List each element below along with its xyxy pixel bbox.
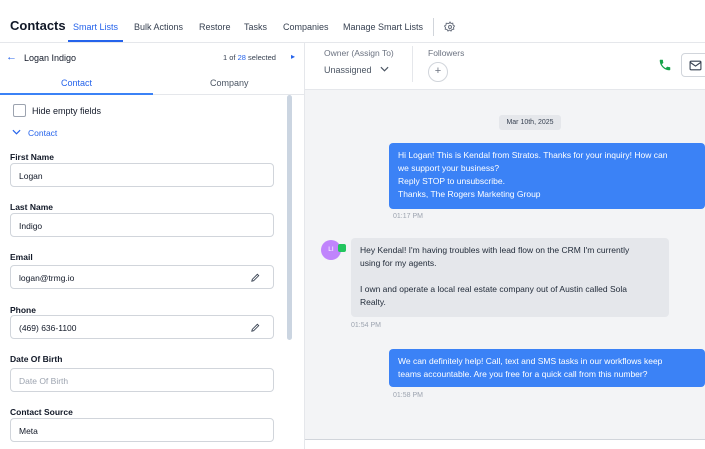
message-bubble-outbound[interactable]: Hi Logan! This is Kendal from Stratos. T…: [389, 143, 705, 209]
scrollbar[interactable]: [287, 95, 292, 340]
nav-companies[interactable]: Companies: [283, 22, 329, 32]
pager-count: 28: [237, 53, 246, 62]
nav-tasks[interactable]: Tasks: [244, 22, 267, 32]
pager: 1 of 28 selected: [223, 53, 276, 62]
field-label-contact-source: Contact Source: [10, 407, 73, 417]
chevron-down-icon[interactable]: [12, 129, 21, 135]
field-label-first-name: First Name: [10, 152, 54, 162]
message-timestamp: 01:54 PM: [351, 322, 381, 329]
contact-name: Logan Indigo: [24, 53, 77, 63]
hide-empty-checkbox[interactable]: [13, 104, 26, 117]
email-button[interactable]: [681, 53, 705, 77]
header-separator: [412, 46, 413, 82]
tab-active-underline: [0, 93, 153, 95]
message-bubble-inbound[interactable]: Hey Kendal! I'm having troubles with lea…: [351, 238, 669, 317]
nav-smart-lists[interactable]: Smart Lists: [73, 22, 118, 32]
contact-header: ← Logan Indigo 1 of 28 selected ▸: [0, 43, 305, 70]
pencil-icon[interactable]: [250, 272, 261, 283]
owner-select[interactable]: Unassigned: [324, 65, 372, 75]
message-bubble-outbound[interactable]: We can definitely help! Call, text and S…: [389, 349, 705, 387]
section-toggle-contact[interactable]: Contact: [28, 128, 57, 138]
composer-divider: [305, 439, 705, 440]
tab-company[interactable]: Company: [210, 78, 249, 88]
detail-tabs: Contact Company: [0, 70, 305, 95]
nav-manage-smart-lists[interactable]: Manage Smart Lists: [343, 22, 423, 32]
first-name-input[interactable]: Logan: [10, 163, 274, 187]
field-label-phone: Phone: [10, 305, 36, 315]
pencil-icon[interactable]: [250, 322, 261, 333]
contact-source-input[interactable]: Meta: [10, 418, 274, 442]
field-label-email: Email: [10, 252, 33, 262]
page-title: Contacts: [10, 18, 66, 33]
mail-icon: [689, 60, 702, 71]
nav-restore[interactable]: Restore: [199, 22, 231, 32]
date-of-birth-input[interactable]: Date Of Birth: [10, 368, 274, 392]
tab-contact[interactable]: Contact: [61, 78, 92, 88]
date-separator: Mar 10th, 2025: [499, 115, 561, 130]
nav-separator: [433, 18, 434, 36]
message-timestamp: 01:58 PM: [393, 392, 423, 399]
add-follower-button[interactable]: +: [428, 62, 448, 82]
last-name-input[interactable]: Indigo: [10, 213, 274, 237]
phone-icon[interactable]: [658, 58, 672, 72]
owner-label: Owner (Assign To): [324, 48, 394, 58]
gear-icon[interactable]: [444, 21, 456, 33]
back-arrow-icon[interactable]: ←: [6, 51, 17, 63]
nav-active-underline: [68, 40, 123, 42]
field-label-date-of-birth: Date Of Birth: [10, 354, 63, 364]
field-label-last-name: Last Name: [10, 202, 53, 212]
next-contact-icon[interactable]: ▸: [291, 52, 295, 61]
top-nav: Contacts Smart Lists Bulk Actions Restor…: [0, 0, 705, 43]
sms-badge-icon: [338, 244, 346, 252]
followers-label: Followers: [428, 48, 465, 58]
hide-empty-label: Hide empty fields: [32, 106, 102, 116]
chevron-down-icon[interactable]: [380, 66, 389, 72]
message-timestamp: 01:17 PM: [393, 213, 423, 220]
contact-details-panel: ← Logan Indigo 1 of 28 selected ▸ Contac…: [0, 43, 305, 449]
phone-input[interactable]: (469) 636-1100: [10, 315, 274, 339]
nav-bulk-actions[interactable]: Bulk Actions: [134, 22, 183, 32]
email-input[interactable]: logan@trmg.io: [10, 265, 274, 289]
